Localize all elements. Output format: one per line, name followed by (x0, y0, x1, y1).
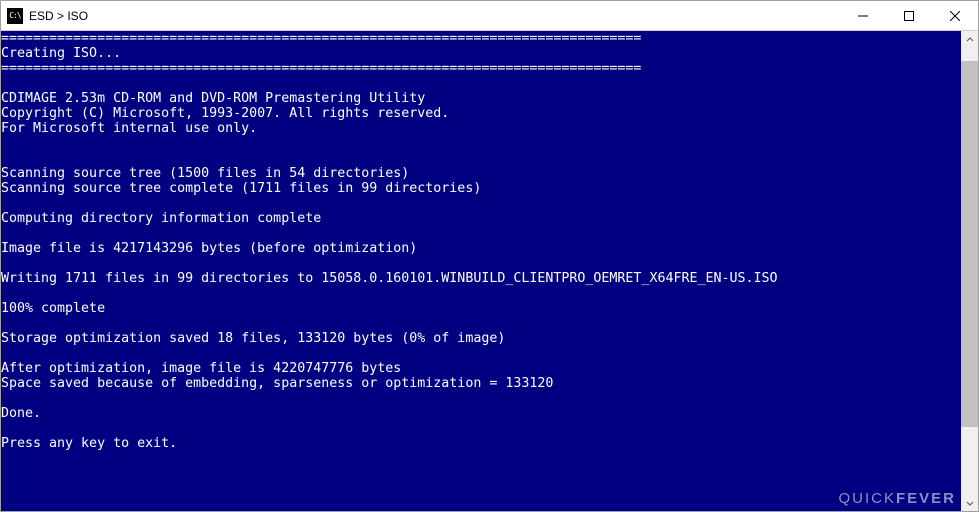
close-button[interactable] (932, 1, 978, 31)
minimize-button[interactable] (840, 1, 886, 31)
scroll-up-arrow-icon[interactable] (961, 31, 978, 48)
maximize-button[interactable] (886, 1, 932, 31)
console-icon-label: C:\ (9, 12, 20, 20)
console-output[interactable]: ========================================… (1, 31, 961, 511)
window-title: ESD > ISO (29, 9, 88, 23)
minimize-icon (858, 11, 868, 21)
scroll-down-arrow-icon[interactable] (961, 494, 978, 511)
close-icon (950, 11, 960, 21)
scroll-thumb[interactable] (961, 61, 978, 427)
titlebar: C:\ ESD > ISO (1, 1, 978, 31)
client-area: ========================================… (1, 31, 978, 511)
scroll-track[interactable] (961, 48, 978, 494)
console-icon: C:\ (7, 8, 23, 24)
maximize-icon (904, 11, 914, 21)
vertical-scrollbar[interactable] (961, 31, 978, 511)
